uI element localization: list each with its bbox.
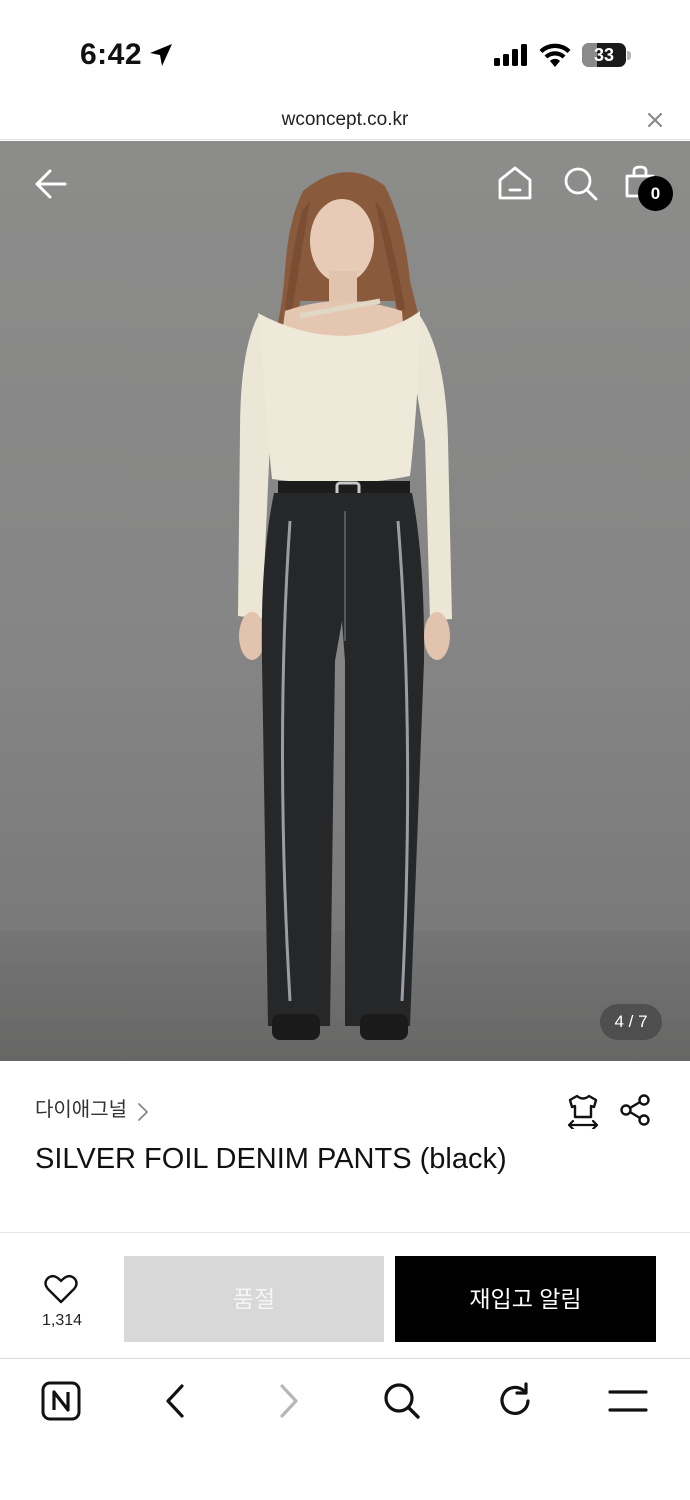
naver-n-icon[interactable] bbox=[41, 1381, 81, 1421]
chevron-right-icon[interactable] bbox=[277, 1383, 301, 1419]
url-text[interactable]: wconcept.co.kr bbox=[0, 109, 690, 131]
url-bar[interactable]: wconcept.co.kr bbox=[0, 100, 690, 140]
restock-notify-button[interactable]: 재입고 알림 bbox=[395, 1256, 656, 1342]
refresh-icon[interactable] bbox=[497, 1382, 533, 1420]
section-divider bbox=[0, 1232, 690, 1233]
share-icon[interactable] bbox=[620, 1094, 652, 1126]
wish-count: 1,314 bbox=[41, 1312, 83, 1329]
image-page-indicator: 4 / 7 bbox=[600, 1004, 662, 1040]
battery-level: 33 bbox=[593, 45, 615, 65]
cart-count-badge: 0 bbox=[638, 176, 673, 211]
heart-icon[interactable] bbox=[44, 1274, 78, 1304]
chevron-left-icon[interactable] bbox=[163, 1383, 187, 1419]
product-title: SILVER FOIL DENIM PANTS (black) bbox=[35, 1143, 507, 1175]
home-icon[interactable] bbox=[497, 165, 533, 201]
browser-toolbar bbox=[0, 1358, 690, 1500]
brand-name[interactable]: 다이애그널 bbox=[35, 1099, 127, 1121]
soldout-button[interactable]: 품절 bbox=[124, 1256, 384, 1342]
product-photo bbox=[238, 172, 452, 1040]
status-time: 6:42 bbox=[80, 38, 143, 71]
search-icon[interactable] bbox=[383, 1382, 421, 1420]
cellular-signal-icon bbox=[494, 44, 527, 66]
status-bar: 6:42 33 bbox=[0, 0, 690, 100]
location-arrow-icon bbox=[150, 44, 172, 66]
search-icon[interactable] bbox=[563, 166, 599, 202]
battery-icon: 33 bbox=[582, 43, 626, 67]
shirt-size-icon[interactable] bbox=[566, 1093, 600, 1129]
menu-icon[interactable] bbox=[608, 1388, 648, 1414]
close-icon[interactable] bbox=[645, 110, 665, 130]
battery-nub bbox=[627, 51, 631, 60]
chevron-right-icon bbox=[138, 1102, 149, 1121]
product-image-carousel[interactable]: 0 4 / 7 bbox=[0, 141, 690, 1061]
arrow-left-icon[interactable] bbox=[34, 168, 68, 200]
wifi-icon bbox=[539, 43, 571, 67]
brand-link[interactable]: 다이애그널 bbox=[35, 1093, 149, 1121]
